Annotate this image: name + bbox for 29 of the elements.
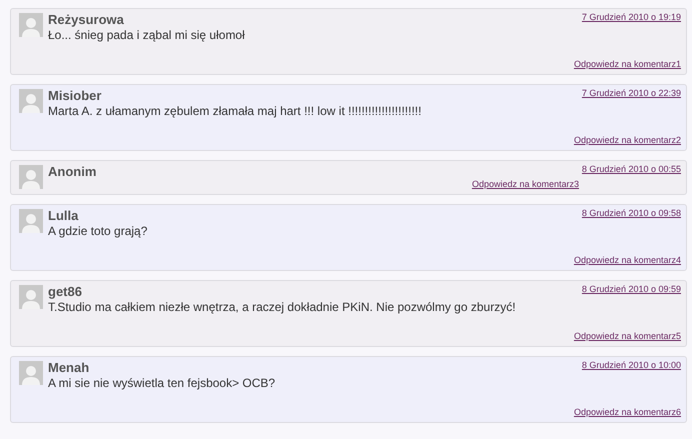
comment-author: Menah xyxy=(48,360,90,375)
comment-author: Anonim xyxy=(48,164,96,179)
avatar-icon xyxy=(19,285,43,309)
comment-text: A gdzie toto grają? xyxy=(48,224,148,238)
avatar-icon xyxy=(19,165,43,189)
comment-author: get86 xyxy=(48,284,82,299)
comment-date-link[interactable]: 8 Grudzień 2010 o 09:59 xyxy=(582,284,681,294)
comment-date-link[interactable]: 8 Grudzień 2010 o 09:58 xyxy=(582,208,681,218)
comment-text: Marta A. z ułamanym zębulem złamała maj hart !!! low it !!!!!!!!!!!!!!!!!!!!!! xyxy=(48,104,422,118)
reply-link[interactable]: Odpowiedz na komentarz1 xyxy=(574,59,681,69)
avatar-icon xyxy=(19,89,43,113)
comment-date-link[interactable]: 7 Grudzień 2010 o 19:19 xyxy=(582,12,681,22)
reply-link[interactable]: Odpowiedz na komentarz6 xyxy=(574,407,681,417)
avatar-icon xyxy=(19,209,43,233)
reply-link[interactable]: Odpowiedz na komentarz3 xyxy=(472,179,579,189)
reply-link[interactable]: Odpowiedz na komentarz2 xyxy=(574,135,681,145)
comment-text: T.Studio ma całkiem niezłe wnętrza, a raczej dokładnie PKiN. Nie pozwólmy go zburzyć! xyxy=(48,300,517,314)
comment-date-link[interactable]: 8 Grudzień 2010 o 00:55 xyxy=(582,164,681,174)
reply-link[interactable]: Odpowiedz na komentarz5 xyxy=(574,331,681,341)
comment-date-link[interactable]: 7 Grudzień 2010 o 22:39 xyxy=(582,88,681,98)
comment-author: Lulla xyxy=(48,208,78,223)
comment-date-link[interactable]: 8 Grudzień 2010 o 10:00 xyxy=(582,360,681,370)
reply-link[interactable]: Odpowiedz na komentarz4 xyxy=(574,255,681,265)
comment-text: A mi sie nie wyświetla ten fejsbook> OCB? xyxy=(48,376,276,390)
comment-text: Ło... śnieg pada i ząbal mi się ułomoł xyxy=(48,28,246,42)
avatar-icon xyxy=(19,13,43,37)
comment-author: Reżysurowa xyxy=(48,12,124,27)
avatar-icon xyxy=(19,361,43,385)
comment-author: Misiober xyxy=(48,88,102,103)
